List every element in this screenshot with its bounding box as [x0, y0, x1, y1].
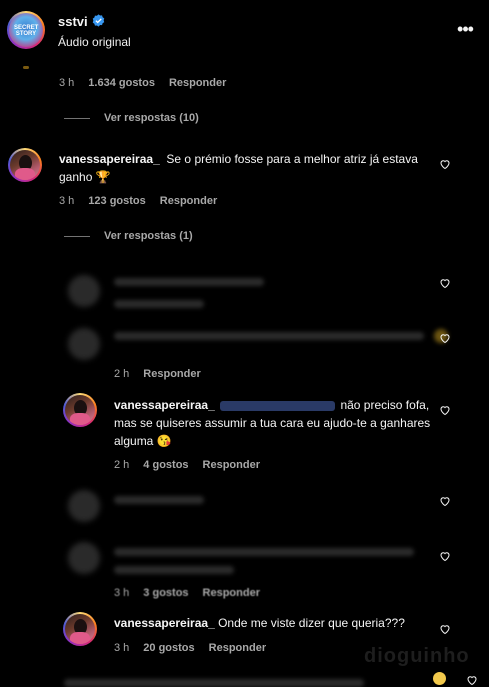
comment-time: 3 h: [114, 587, 130, 599]
account-avatar-label: SECRET STORY: [14, 25, 39, 37]
comment-body: vanessapereiraa_ Se o prémio fosse para …: [59, 150, 454, 186]
avatar[interactable]: [63, 612, 97, 646]
comment-username[interactable]: vanessapereiraa_: [59, 152, 160, 166]
comment-time: 3 h: [114, 642, 130, 654]
divider: [64, 118, 90, 119]
comment-likes[interactable]: 123 gostos: [88, 195, 145, 207]
reply-button[interactable]: Responder: [143, 368, 200, 380]
comment-username[interactable]: vanessapereiraa_: [114, 616, 215, 630]
reply-button[interactable]: Responder: [203, 459, 260, 471]
blurred-text: [114, 278, 264, 286]
crying-emoji-icon: [433, 672, 446, 685]
comment-time: 2 h: [114, 368, 130, 380]
reply-button[interactable]: Responder: [169, 77, 226, 89]
comment-likes[interactable]: 4 gostos: [143, 459, 188, 471]
comment-meta: 3 h 1.634 gostos Responder: [59, 77, 240, 89]
comment-time: 3 h: [59, 195, 75, 207]
blurred-text: [114, 332, 424, 340]
account-avatar[interactable]: SECRET STORY: [7, 11, 45, 49]
blurred-avatar: [68, 490, 100, 522]
heart-outline-icon[interactable]: [439, 404, 451, 416]
account-name[interactable]: sstvi: [58, 14, 88, 29]
heart-outline-icon[interactable]: [439, 550, 451, 562]
comment-text: Onde me viste dizer que queria???: [218, 616, 405, 630]
comment-likes[interactable]: 1.634 gostos: [88, 77, 155, 89]
heart-outline-icon[interactable]: [439, 495, 451, 507]
comment-meta: 2 h 4 gostos Responder: [114, 459, 274, 471]
reply-button[interactable]: Responder: [203, 587, 260, 599]
watermark: dioguinho: [364, 645, 470, 667]
heart-outline-icon[interactable]: [439, 158, 451, 170]
comment-likes[interactable]: 20 gostos: [143, 642, 194, 654]
blurred-text: [114, 566, 234, 574]
comment-meta: 2 h Responder: [114, 368, 215, 380]
comment-body: vanessapereiraa_ não preciso fofa, mas s…: [114, 396, 454, 450]
view-replies-button[interactable]: Ver respostas (1): [104, 230, 193, 242]
more-options-icon[interactable]: •••: [455, 20, 475, 40]
emoji-fragment: [23, 66, 29, 69]
blurred-avatar: [68, 542, 100, 574]
comment-time: 3 h: [59, 77, 75, 89]
comment-username[interactable]: vanessapereiraa_: [114, 398, 215, 412]
heart-outline-icon[interactable]: [439, 623, 451, 635]
blurred-avatar: [68, 328, 100, 360]
avatar[interactable]: [8, 148, 42, 182]
blurred-text: [64, 679, 364, 687]
avatar[interactable]: [63, 393, 97, 427]
blurred-text: [114, 300, 204, 308]
view-replies-button[interactable]: Ver respostas (10): [104, 112, 199, 124]
blurred-mention: [220, 400, 336, 411]
heart-outline-icon[interactable]: [439, 332, 451, 344]
comment-body: vanessapereiraa_ Onde me viste dizer que…: [114, 614, 454, 632]
blurred-text: [114, 548, 414, 556]
reel-header: SECRET STORY sstvi Áudio original •••: [0, 0, 489, 64]
reply-button[interactable]: Responder: [209, 642, 266, 654]
comment-likes[interactable]: 3 gostos: [143, 587, 188, 599]
comment-meta: 3 h 3 gostos Responder: [114, 587, 274, 599]
comment-time: 2 h: [114, 459, 130, 471]
comment-meta: 3 h 20 gostos Responder: [114, 642, 280, 654]
heart-outline-icon[interactable]: [466, 674, 478, 686]
comment-meta: 3 h 123 gostos Responder: [59, 195, 231, 207]
blurred-avatar: [68, 275, 100, 307]
divider: [64, 236, 90, 237]
heart-outline-icon[interactable]: [439, 277, 451, 289]
verified-badge-icon: [92, 14, 105, 27]
audio-label[interactable]: Áudio original: [58, 35, 131, 49]
reply-button[interactable]: Responder: [160, 195, 217, 207]
blurred-text: [114, 496, 204, 504]
